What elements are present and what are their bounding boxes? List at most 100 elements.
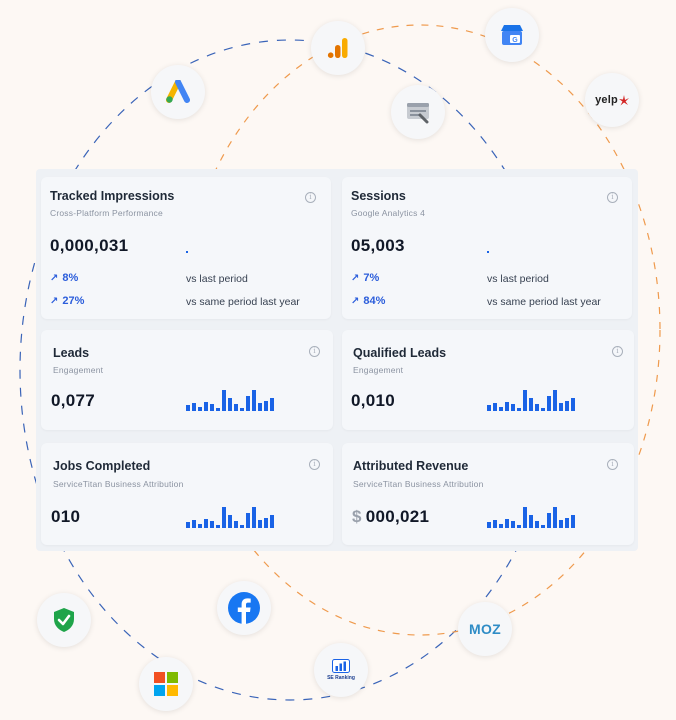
sparkline-bar [222, 507, 226, 528]
card-subtitle: Engagement [53, 365, 104, 375]
google-ads-icon [151, 65, 205, 119]
sparkline-bar [499, 524, 503, 528]
sparkline-bar [198, 407, 202, 411]
card-value: 010 [51, 507, 81, 526]
se-ranking-icon: SE Ranking [314, 643, 368, 697]
sparkline-chart [186, 506, 274, 528]
google-analytics-icon [311, 21, 365, 75]
info-icon[interactable]: i [612, 346, 623, 357]
trend-change: ↗ 27% [50, 295, 84, 307]
sparkline-bar [535, 521, 539, 528]
yelp-wordmark: yelp [595, 94, 618, 106]
microsoft-icon [139, 657, 193, 711]
sparkline-bar [228, 515, 232, 528]
card-subtitle: Engagement [353, 365, 404, 375]
yelp-icon: yelp [585, 73, 639, 127]
sessions-card[interactable]: Sessions Google Analytics 4 i 05,003 ↗ 7%… [342, 177, 632, 319]
trend-label: vs last period [487, 273, 549, 285]
sparkline-bar [523, 507, 527, 528]
sparkline-bar [210, 521, 214, 528]
sparkline-bar [252, 507, 256, 528]
sparkline-bar [565, 518, 569, 528]
leads-card[interactable]: Leads Engagement i 0,077 [41, 330, 333, 430]
sparkline-bar [234, 404, 238, 411]
card-subtitle: Cross-Platform Performance [50, 208, 163, 218]
trend-label: vs last period [186, 273, 248, 285]
info-icon[interactable]: i [607, 192, 618, 203]
trend-up-icon: ↗ [351, 273, 360, 284]
card-title: Tracked Impressions [50, 189, 175, 203]
sparkline-bar [252, 390, 256, 411]
sparkline-bar [565, 401, 569, 411]
sparkline-bar [529, 515, 533, 528]
google-search-console-icon [391, 85, 445, 139]
sparkline-bar [547, 513, 551, 528]
trend-up-icon: ↗ [50, 273, 59, 284]
trend-up-icon: ↗ [351, 296, 360, 307]
sparkline-bar [204, 519, 208, 528]
sparkline-bar [210, 404, 214, 411]
sparkline-bar [270, 515, 274, 528]
sparkline-bar [240, 408, 244, 411]
sparkline-bar [505, 519, 509, 528]
card-subtitle: ServiceTitan Business Attribution [53, 479, 184, 489]
sparkline-bar [571, 398, 575, 411]
sparkline-bar [198, 524, 202, 528]
sparkline-bar [541, 408, 545, 411]
sparkline-bar [511, 521, 515, 528]
sparkline-point [487, 251, 489, 253]
sparkline-bar [270, 398, 274, 411]
trend-percent: 84% [363, 295, 386, 307]
card-subtitle: ServiceTitan Business Attribution [353, 479, 484, 489]
sparkline-bar [186, 522, 190, 528]
card-title: Qualified Leads [353, 346, 447, 360]
trend-percent: 7% [363, 272, 380, 284]
attributed-revenue-card[interactable]: Attributed Revenue ServiceTitan Business… [342, 443, 634, 545]
currency-symbol: $ [352, 507, 362, 526]
sparkline-bar [258, 520, 262, 528]
svg-text:G: G [512, 37, 518, 44]
card-title: Jobs Completed [53, 459, 151, 473]
sparkline-bar [204, 402, 208, 411]
card-subtitle: Google Analytics 4 [351, 208, 426, 218]
trend-change: ↗ 8% [50, 272, 78, 284]
sparkline-bar [487, 522, 491, 528]
info-icon[interactable]: i [309, 346, 320, 357]
sparkline-bar [559, 520, 563, 528]
revenue-amount: 000,021 [365, 507, 430, 526]
qualified-leads-card[interactable]: Qualified Leads Engagement i 0,010 [342, 330, 634, 430]
trend-up-icon: ↗ [50, 296, 59, 307]
sparkline-chart [487, 506, 575, 528]
sparkline-bar [264, 401, 268, 411]
sparkline-bar [192, 403, 196, 411]
sparkline-bar [541, 525, 545, 528]
sparkline-bar [559, 403, 563, 411]
trend-percent: 8% [62, 272, 79, 284]
sparkline-bar [493, 520, 497, 528]
sparkline-bar [228, 398, 232, 411]
google-business-profile-icon: G [485, 8, 539, 62]
sparkline-bar [222, 390, 226, 411]
card-value: 0,077 [51, 391, 96, 410]
sparkline-bar [505, 402, 509, 411]
card-title: Leads [53, 346, 90, 360]
sparkline-chart [186, 389, 274, 411]
sparkline-bar [186, 405, 190, 411]
trend-percent: 27% [62, 295, 85, 307]
sparkline-bar [547, 396, 551, 411]
sparkline-bar [246, 513, 250, 528]
sparkline-bar [216, 408, 220, 411]
trend-change: ↗ 84% [351, 295, 385, 307]
sparkline-bar [258, 403, 262, 411]
sparkline-chart [487, 389, 575, 411]
info-icon[interactable]: i [309, 459, 320, 470]
trend-change: ↗ 7% [351, 272, 379, 284]
card-value: $000,021 [352, 507, 429, 527]
info-icon[interactable]: i [305, 192, 316, 203]
card-title: Sessions [351, 189, 406, 203]
tracked-impressions-card[interactable]: Tracked Impressions Cross-Platform Perfo… [41, 177, 331, 319]
info-icon[interactable]: i [607, 459, 618, 470]
sparkline-bar [264, 518, 268, 528]
sparkline-bar [240, 525, 244, 528]
jobs-completed-card[interactable]: Jobs Completed ServiceTitan Business Att… [41, 443, 333, 545]
